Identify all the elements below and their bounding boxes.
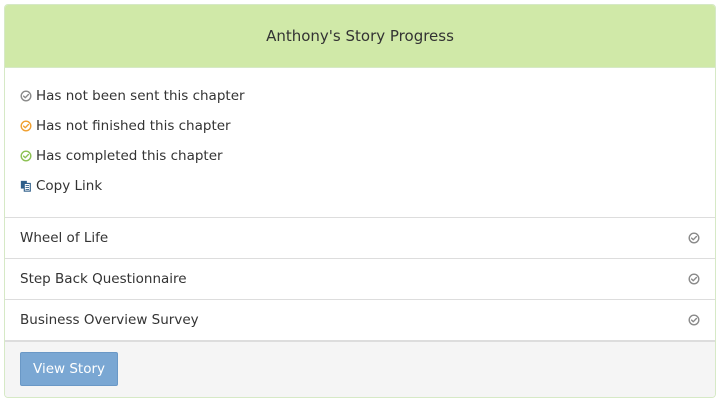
check-circle-icon (688, 232, 700, 244)
chapter-item-business-overview-survey[interactable]: Business Overview Survey (5, 300, 715, 341)
legend-item-completed: Has completed this chapter (20, 141, 700, 171)
legend-label: Has completed this chapter (36, 148, 223, 164)
panel-footer: View Story (5, 341, 715, 397)
check-circle-icon (688, 314, 700, 326)
status-legend: Has not been sent this chapter Has not f… (5, 68, 715, 218)
copy-icon (20, 180, 32, 192)
legend-label: Has not been sent this chapter (36, 88, 245, 104)
check-circle-icon (688, 273, 700, 285)
chapter-item-wheel-of-life[interactable]: Wheel of Life (5, 218, 715, 259)
chapter-list: Wheel of Life Step Back Questionnaire Bu… (5, 218, 715, 341)
copy-link-button[interactable]: Copy Link (20, 171, 700, 201)
chapter-label: Business Overview Survey (20, 312, 199, 328)
panel-title: Anthony's Story Progress (266, 27, 454, 45)
legend-item-not-sent: Has not been sent this chapter (20, 81, 700, 111)
legend-label: Has not finished this chapter (36, 118, 231, 134)
panel-heading: Anthony's Story Progress (5, 5, 715, 68)
chapter-label: Wheel of Life (20, 230, 109, 246)
check-circle-icon (20, 150, 32, 162)
story-progress-panel: Anthony's Story Progress Has not been se… (4, 4, 716, 398)
view-story-button[interactable]: View Story (20, 352, 118, 386)
check-circle-icon (20, 120, 32, 132)
copy-link-label: Copy Link (36, 178, 103, 194)
chapter-item-step-back-questionnaire[interactable]: Step Back Questionnaire (5, 259, 715, 300)
check-circle-icon (20, 90, 32, 102)
legend-item-not-finished: Has not finished this chapter (20, 111, 700, 141)
chapter-label: Step Back Questionnaire (20, 271, 187, 287)
